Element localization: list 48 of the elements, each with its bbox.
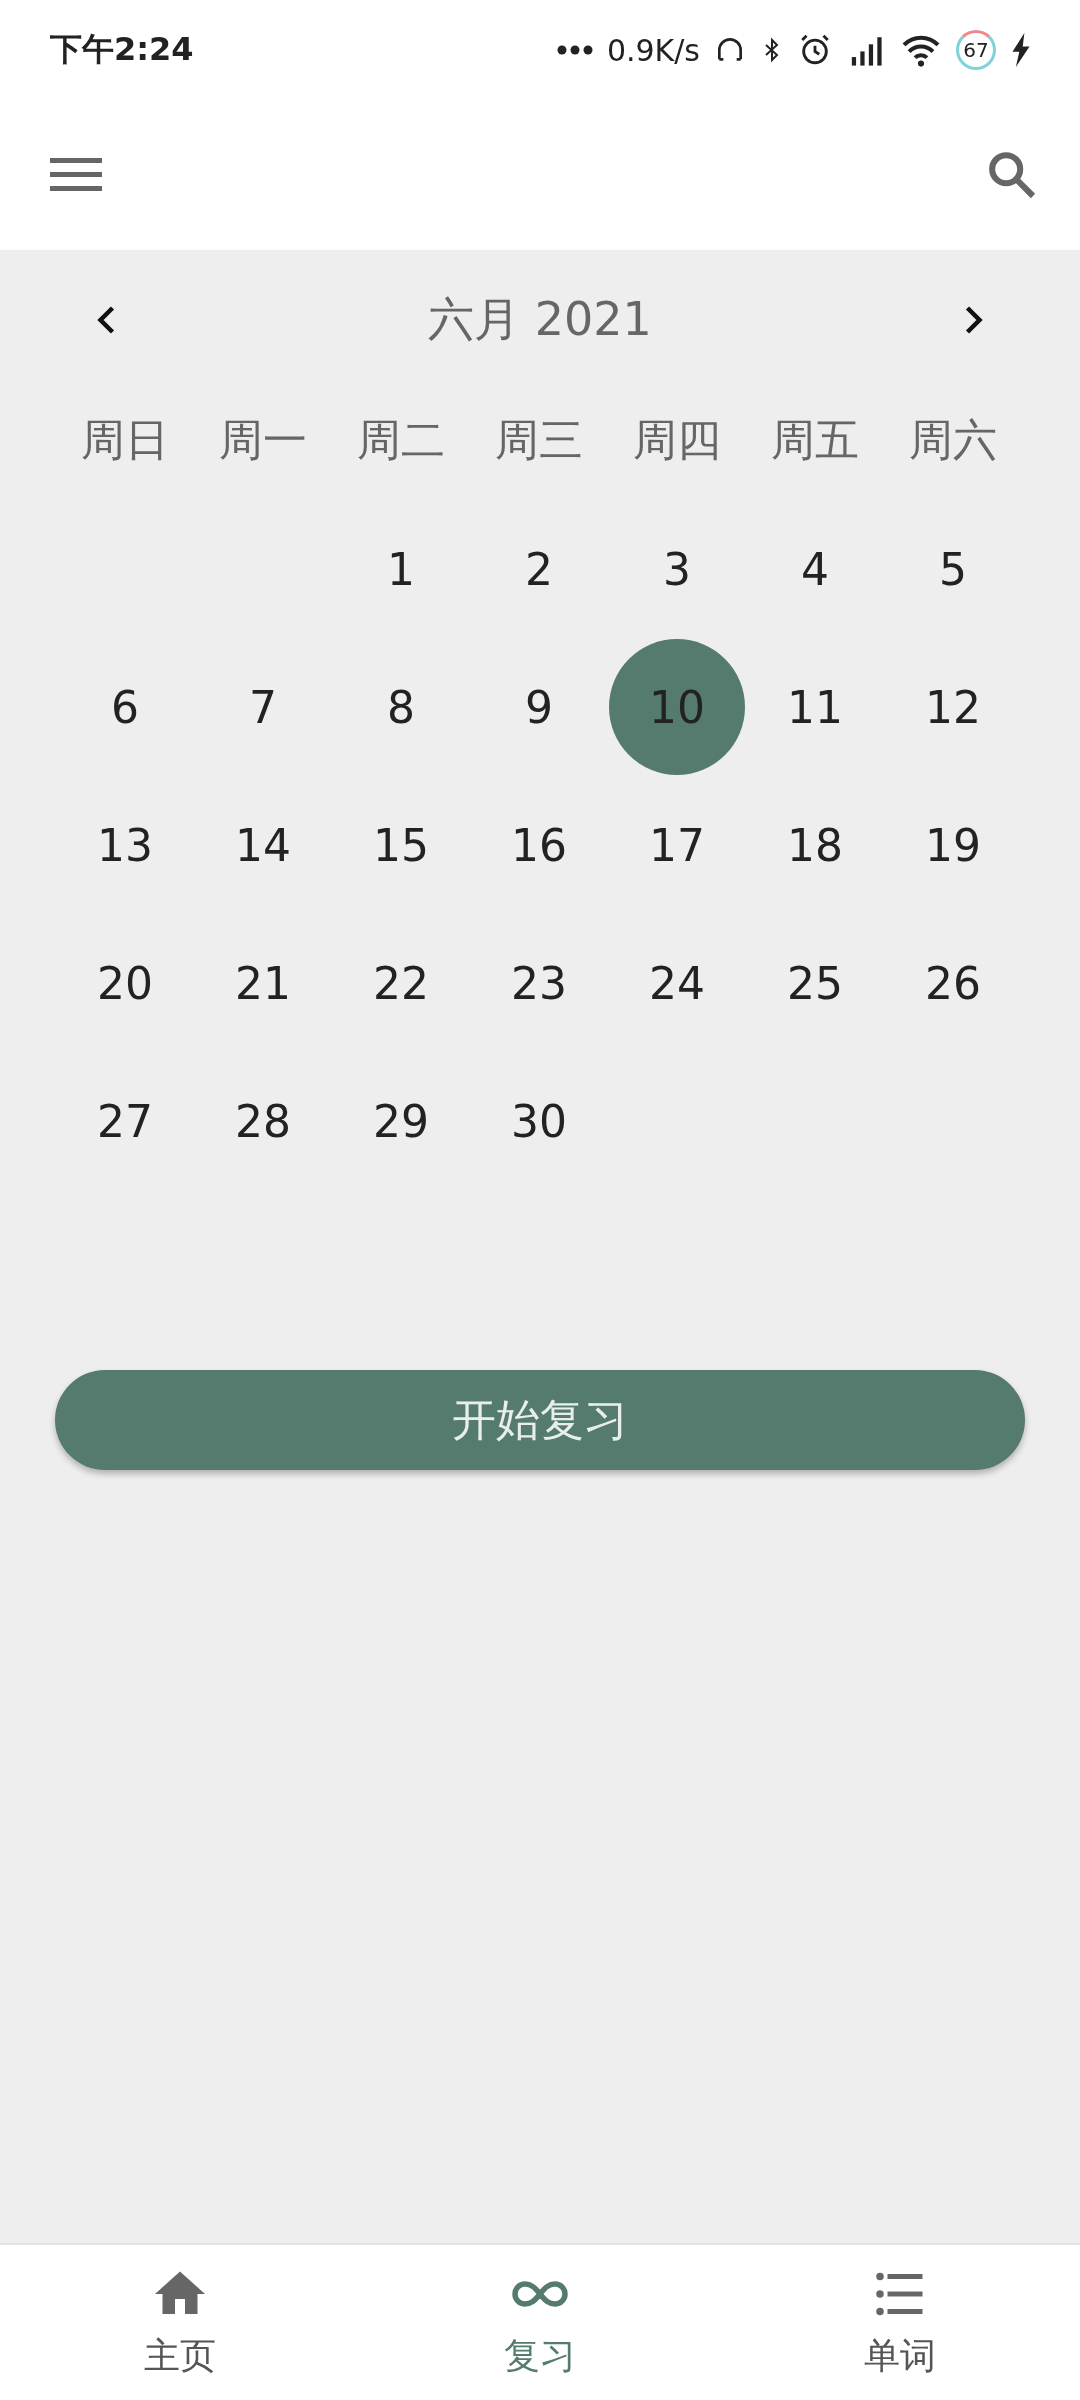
calendar-day[interactable]: 21 (195, 915, 331, 1051)
network-speed: 0.9K/s (606, 32, 700, 68)
nav-tab[interactable]: 复习 (360, 2245, 720, 2400)
calendar-day[interactable]: 4 (747, 501, 883, 637)
calendar-day[interactable]: 20 (57, 915, 193, 1051)
calendar-day[interactable]: 2 (471, 501, 607, 637)
weekday-label: 周一 (219, 412, 307, 467)
start-review-button[interactable]: 开始复习 (55, 1370, 1025, 1470)
calendar-day[interactable]: 24 (609, 915, 745, 1051)
calendar-day[interactable]: 18 (747, 777, 883, 913)
calendar-day[interactable]: 16 (471, 777, 607, 913)
weekday-label: 周日 (81, 412, 169, 467)
calendar-day[interactable]: 1 (333, 501, 469, 637)
weekday-label: 周五 (771, 412, 859, 467)
calendar-day[interactable]: 30 (471, 1053, 607, 1189)
calendar-day[interactable]: 5 (885, 501, 1021, 637)
calendar-day[interactable]: 8 (333, 639, 469, 775)
weekday-label: 周四 (633, 412, 721, 467)
weekday-label: 周三 (495, 412, 583, 467)
weekday-label: 周六 (909, 412, 997, 467)
month-title: 六月 2021 (428, 291, 652, 348)
calendar-day[interactable]: 27 (57, 1053, 193, 1189)
calendar-day[interactable]: 23 (471, 915, 607, 1051)
calendar-day[interactable]: 6 (57, 639, 193, 775)
calendar-day[interactable]: 9 (471, 639, 607, 775)
battery-level: 67 (956, 30, 996, 70)
calendar-day[interactable]: 22 (333, 915, 469, 1051)
more-icon (556, 45, 593, 55)
calendar-day[interactable]: 17 (609, 777, 745, 913)
menu-icon[interactable] (50, 156, 102, 194)
nav-tab[interactable]: 单词 (720, 2245, 1080, 2400)
calendar-day[interactable]: 25 (747, 915, 883, 1051)
charging-icon (1010, 33, 1032, 67)
wifi-icon (900, 33, 942, 67)
calendar-day[interactable]: 29 (333, 1053, 469, 1189)
calendar-day[interactable]: 7 (195, 639, 331, 775)
calendar-day[interactable]: 3 (609, 501, 745, 637)
calendar-day[interactable]: 12 (885, 639, 1021, 775)
calendar-day[interactable]: 19 (885, 777, 1021, 913)
calendar-day[interactable]: 26 (885, 915, 1021, 1051)
calendar-day[interactable]: 13 (57, 777, 193, 913)
calendar-day[interactable]: 28 (195, 1053, 331, 1189)
status-time: 下午2:24 (50, 29, 194, 70)
calendar-day[interactable]: 14 (195, 777, 331, 913)
calendar-day[interactable]: 11 (747, 639, 883, 775)
calendar-day[interactable]: 15 (333, 777, 469, 913)
nav-tab[interactable]: 主页 (0, 2245, 360, 2400)
weekday-label: 周二 (357, 412, 445, 467)
